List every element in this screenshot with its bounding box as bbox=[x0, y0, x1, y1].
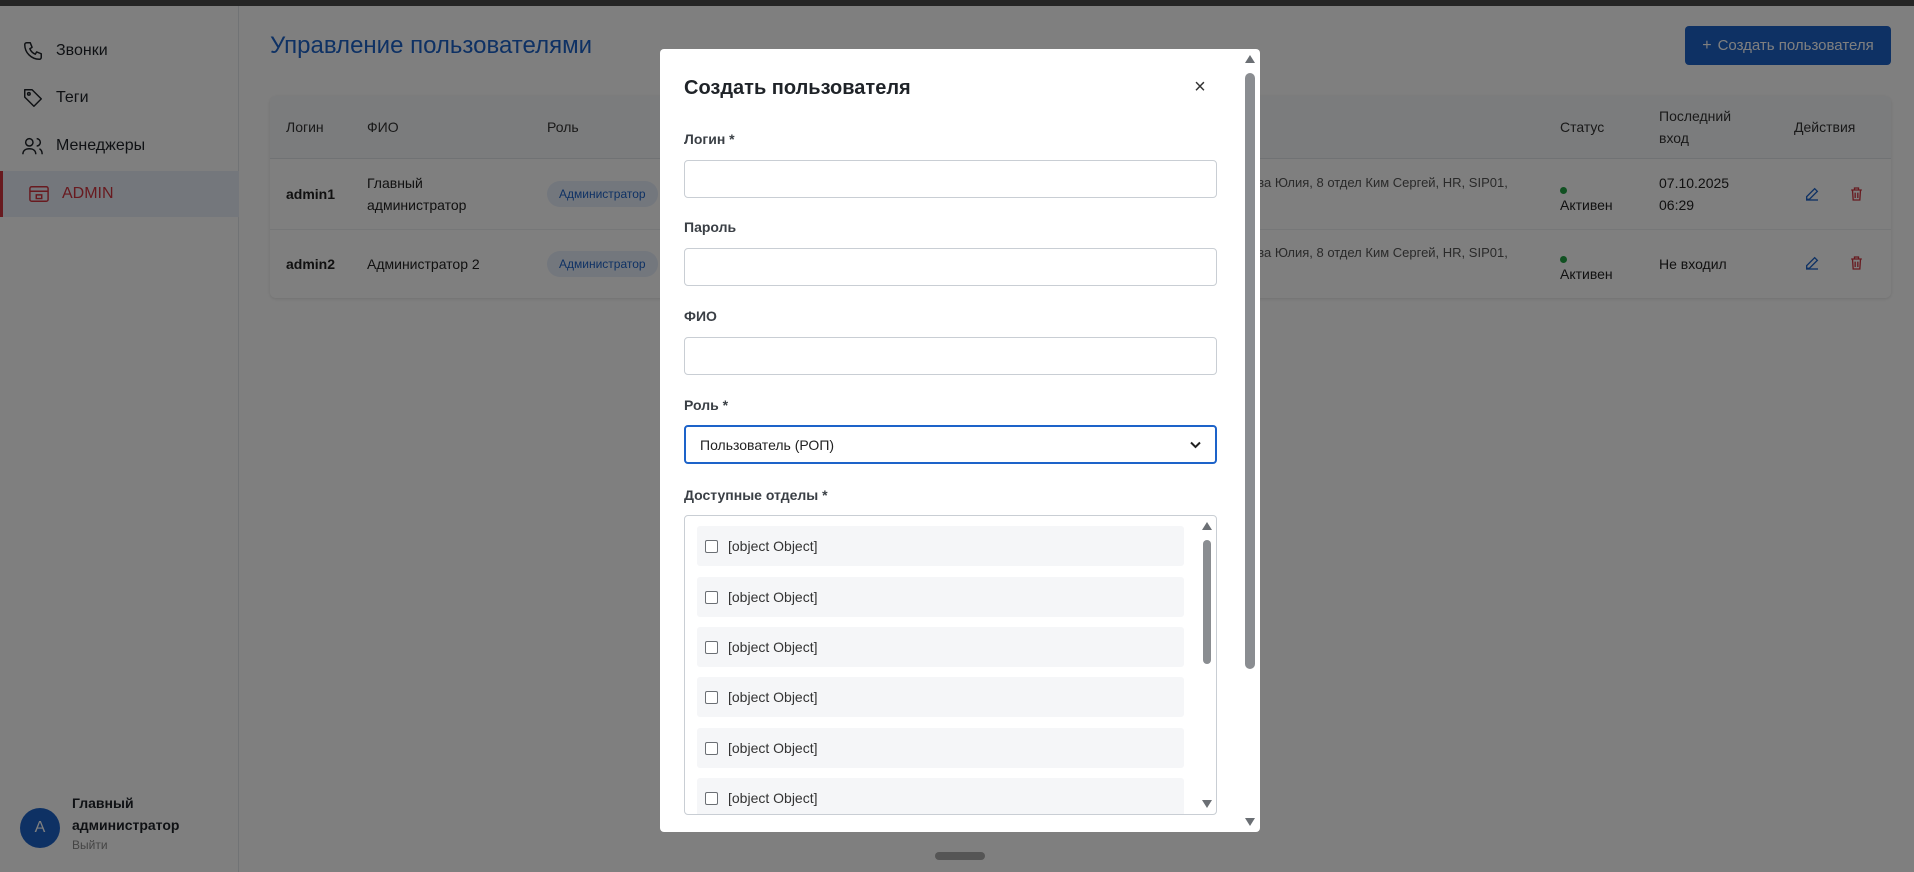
fio-label: ФИО bbox=[684, 308, 717, 324]
department-option[interactable]: [object Object] bbox=[697, 677, 1184, 717]
login-input[interactable] bbox=[684, 160, 1217, 198]
department-label: [object Object] bbox=[728, 538, 818, 554]
role-select-value: Пользователь (РОП) bbox=[700, 436, 835, 453]
departments-list: [object Object] [object Object] [object … bbox=[684, 515, 1217, 815]
checkbox[interactable] bbox=[705, 590, 718, 604]
department-option[interactable]: [object Object] bbox=[697, 728, 1184, 768]
fio-input[interactable] bbox=[684, 337, 1217, 375]
department-option[interactable]: [object Object] bbox=[697, 577, 1184, 617]
scrollbar-thumb[interactable] bbox=[1203, 540, 1211, 664]
password-label: Пароль bbox=[684, 219, 737, 235]
modal-title: Создать пользователя bbox=[684, 77, 911, 99]
checkbox[interactable] bbox=[705, 741, 718, 755]
checkbox[interactable] bbox=[705, 690, 718, 704]
scroll-down-icon[interactable] bbox=[1245, 818, 1255, 826]
login-label: Логин * bbox=[684, 131, 735, 147]
scrollbar-thumb[interactable] bbox=[1245, 73, 1255, 669]
password-input[interactable] bbox=[684, 248, 1217, 286]
checkbox[interactable] bbox=[705, 640, 718, 654]
checkbox[interactable] bbox=[705, 539, 718, 553]
close-icon[interactable]: × bbox=[1188, 75, 1212, 99]
scroll-up-icon[interactable] bbox=[1202, 522, 1212, 530]
chevron-down-icon bbox=[1189, 439, 1201, 451]
role-select[interactable]: Пользователь (РОП) bbox=[684, 425, 1217, 464]
department-label: [object Object] bbox=[728, 589, 818, 605]
scroll-down-icon[interactable] bbox=[1202, 800, 1212, 808]
department-option[interactable]: [object Object] bbox=[697, 526, 1184, 566]
role-label: Роль * bbox=[684, 397, 729, 413]
resize-handle[interactable] bbox=[935, 852, 985, 860]
departments-label: Доступные отделы * bbox=[684, 487, 828, 503]
departments-scrollbar[interactable] bbox=[1197, 516, 1216, 814]
department-option[interactable]: [object Object] bbox=[697, 778, 1184, 814]
department-label: [object Object] bbox=[728, 639, 818, 655]
department-label: [object Object] bbox=[728, 689, 818, 705]
modal-scrollbar[interactable] bbox=[1240, 49, 1260, 832]
department-label: [object Object] bbox=[728, 740, 818, 756]
create-user-modal: Создать пользователя × Логин * Пароль ФИ… bbox=[660, 49, 1260, 832]
checkbox[interactable] bbox=[705, 791, 718, 805]
department-label: [object Object] bbox=[728, 790, 818, 806]
scroll-up-icon[interactable] bbox=[1245, 55, 1255, 63]
department-option[interactable]: [object Object] bbox=[697, 627, 1184, 667]
